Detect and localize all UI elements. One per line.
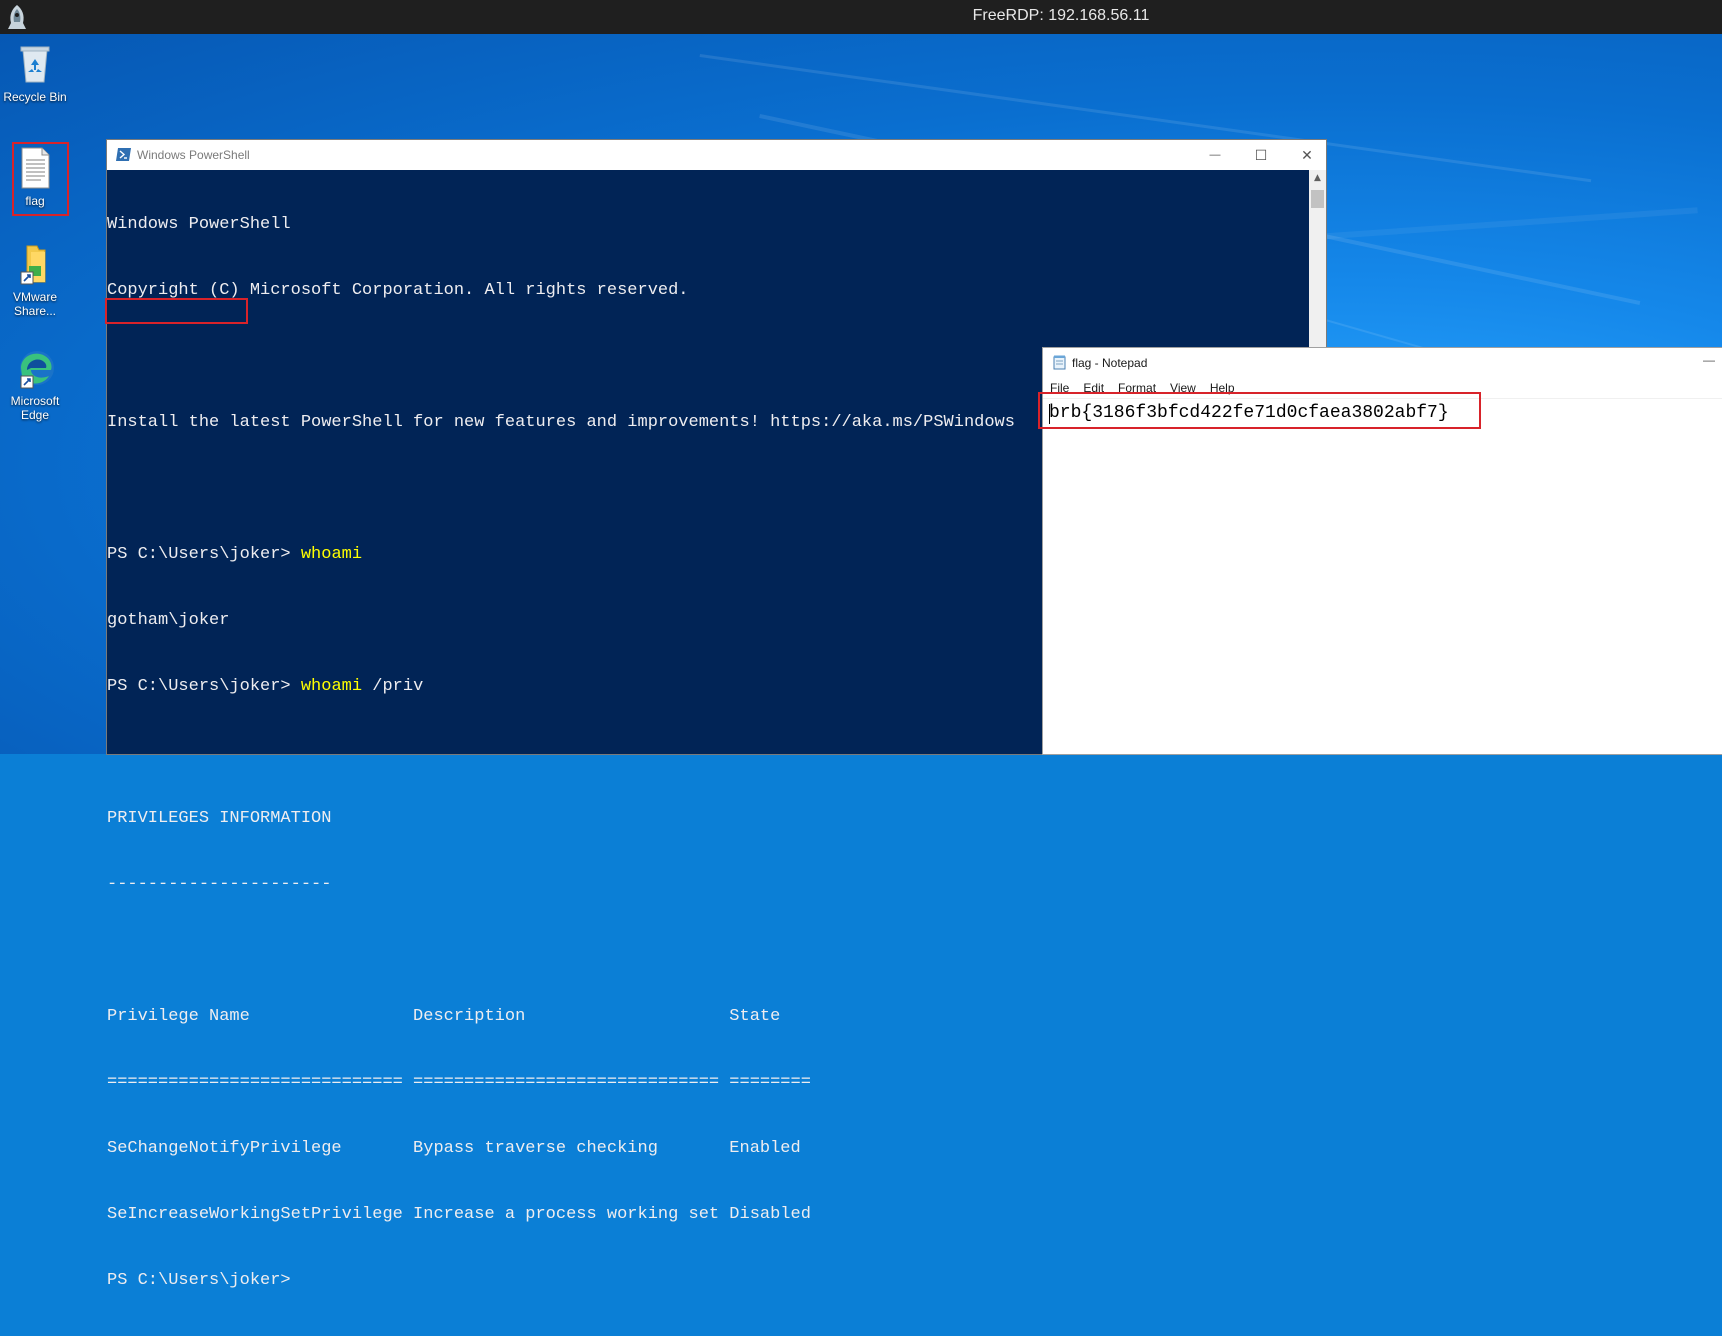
freerdp-title-bar: FreeRDP: 192.168.56.11 [0,0,1722,34]
console-line: SeChangeNotifyPrivilege Bypass traverse … [107,1139,801,1158]
whoami-output-highlight [105,298,248,324]
vmware-share-label: VMware Share... [12,290,57,318]
desktop-icon-recycle-bin[interactable]: Recycle Bin [0,42,70,104]
console-line: Copyright (C) Microsoft Corporation. All… [107,281,689,300]
console-line: SeIncreaseWorkingSetPrivilege Increase a… [107,1205,811,1224]
desktop-icon-microsoft-edge[interactable]: Microsoft Edge [0,346,70,422]
freerdp-window-title: FreeRDP: 192.168.56.11 [972,7,1150,24]
desktop-icon-vmware-share[interactable]: VMware Share... [0,242,70,318]
command-text: whoami [300,677,363,696]
notepad-text-area[interactable]: brb{3186f3bfcd422fe71d0cfaea3802abf7} [1043,399,1722,754]
console-line: Privilege Name Description State [107,1007,781,1026]
console-line: Windows PowerShell [107,215,291,234]
minimize-button[interactable]: — [1703,353,1715,367]
microsoft-edge-label: Microsoft Edge [10,394,60,422]
recycle-bin-label: Recycle Bin [3,90,67,104]
notepad-icon [1053,355,1066,370]
microsoft-edge-icon [13,346,57,390]
command-text: whoami [300,545,363,564]
flag-icon-highlight [12,142,69,216]
folder-shortcut-icon [13,242,57,286]
powershell-title-bar[interactable]: Windows PowerShell — ☐ ✕ [107,140,1326,170]
console-line: PS C:\Users\joker> [107,1271,291,1290]
console-line: ---------------------- [107,875,332,894]
scroll-up-icon[interactable]: ▲ [1309,170,1326,187]
powershell-icon [116,148,131,161]
close-button[interactable]: ✕ [1284,140,1330,170]
powershell-window-title: Windows PowerShell [137,148,250,162]
scrollbar-thumb[interactable] [1311,190,1324,208]
console-line: PRIVILEGES INFORMATION [107,809,332,828]
flag-content-highlight [1038,392,1481,429]
maximize-button[interactable]: ☐ [1238,140,1284,170]
console-line: ============================= ==========… [107,1073,811,1092]
notepad-title-bar[interactable]: flag - Notepad — [1043,348,1722,378]
recycle-bin-icon [13,42,57,86]
minimize-button[interactable]: — [1192,140,1238,170]
notepad-window-title: flag - Notepad [1072,356,1148,370]
